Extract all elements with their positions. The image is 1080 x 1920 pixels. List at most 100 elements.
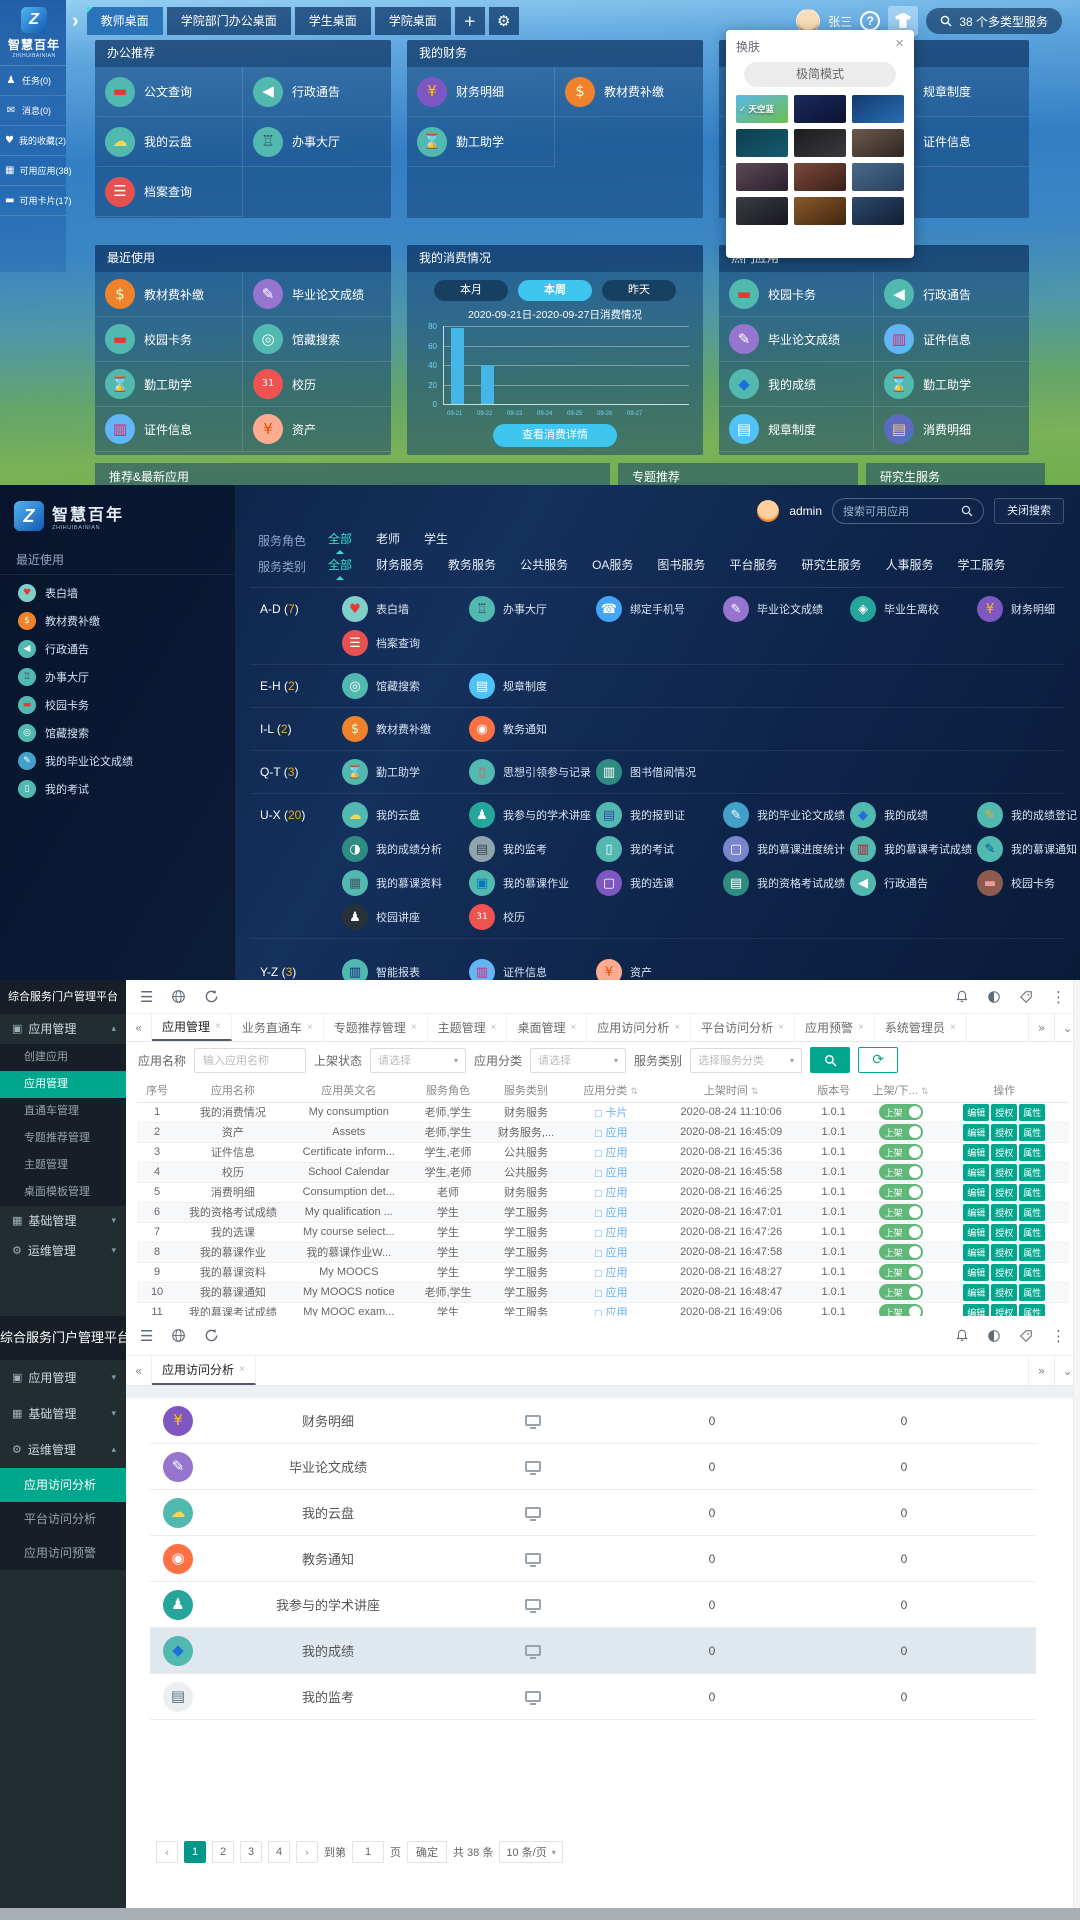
op-button[interactable]: 授权 xyxy=(991,1104,1017,1121)
page-number[interactable]: 3 xyxy=(240,1841,262,1863)
page-number[interactable]: 1 xyxy=(184,1841,206,1863)
search-input[interactable]: 搜索可用应用 xyxy=(832,498,984,524)
class-link[interactable]: ▢ 应用 xyxy=(594,1187,628,1199)
desktop-tab[interactable]: 学院桌面 xyxy=(375,7,451,35)
app-item[interactable]: ▬校园卡务 xyxy=(977,866,1080,900)
app-name-input[interactable]: 输入应用名称 xyxy=(194,1048,306,1073)
close-icon[interactable]: × xyxy=(215,1021,221,1032)
menu-item[interactable]: ▦基础管理▾ xyxy=(0,1396,126,1432)
menu-item[interactable]: ⚙运维管理▴ xyxy=(0,1432,126,1468)
category-option[interactable]: 人事服务 xyxy=(885,556,933,576)
sort-icon[interactable]: ⇅ xyxy=(921,1087,929,1097)
app-tile[interactable]: ¥财务明细 xyxy=(407,67,555,117)
app-tile[interactable]: ⌛勤工助学 xyxy=(407,117,555,167)
recent-app-item[interactable]: ▯我的考试 xyxy=(0,775,235,803)
class-link[interactable]: ▢ 应用 xyxy=(594,1247,628,1259)
submenu-item[interactable]: 专题推荐管理 xyxy=(0,1125,126,1152)
app-tile[interactable]: ¥资产 xyxy=(243,407,391,452)
close-icon[interactable]: × xyxy=(570,1022,576,1033)
app-tile[interactable]: ▥证件信息 xyxy=(874,317,1029,362)
per-page-select[interactable]: 10 条/页▾ xyxy=(499,1841,562,1863)
admin-tab[interactable]: 桌面管理× xyxy=(507,1014,587,1041)
op-button[interactable]: 属性 xyxy=(1019,1164,1045,1181)
op-button[interactable]: 属性 xyxy=(1019,1104,1045,1121)
skin-thumbnail[interactable] xyxy=(736,129,788,157)
analysis-row[interactable]: ♟我参与的学术讲座00 xyxy=(150,1582,1036,1628)
app-item[interactable]: ▦我的慕课资料 xyxy=(342,866,469,900)
op-button[interactable]: 属性 xyxy=(1019,1204,1045,1221)
desktop-tab[interactable]: 教师桌面 xyxy=(87,7,163,35)
analysis-row[interactable]: ◉教务通知00 xyxy=(150,1536,1036,1582)
publish-toggle[interactable]: 上架 xyxy=(879,1244,923,1260)
tag-icon[interactable] xyxy=(1019,990,1033,1004)
sidebar-item[interactable]: ▦可用应用(38) xyxy=(0,156,66,186)
category-option[interactable]: 平台服务 xyxy=(729,556,777,576)
app-tile[interactable]: 31校历 xyxy=(243,362,391,407)
op-button[interactable]: 授权 xyxy=(991,1164,1017,1181)
app-tile[interactable]: $教材费补缴 xyxy=(95,272,243,317)
category-option[interactable]: 公共服务 xyxy=(520,556,568,576)
skin-thumbnail[interactable] xyxy=(794,197,846,225)
publish-toggle[interactable]: 上架 xyxy=(879,1284,923,1300)
class-link[interactable]: ▢ 应用 xyxy=(594,1127,628,1139)
submenu-item[interactable]: 应用管理 xyxy=(0,1071,126,1098)
app-item[interactable]: ◑我的成绩分析 xyxy=(342,832,469,866)
close-icon[interactable]: × xyxy=(858,1022,864,1033)
sidebar-item[interactable]: ♟任务(0) xyxy=(0,66,66,96)
app-tile[interactable]: ▥证件信息 xyxy=(95,407,243,452)
category-option[interactable]: 教务服务 xyxy=(448,556,496,576)
app-item[interactable]: ☰档案查询 xyxy=(342,626,469,660)
op-button[interactable]: 编辑 xyxy=(963,1164,989,1181)
op-button[interactable]: 编辑 xyxy=(963,1144,989,1161)
app-item[interactable]: ✎我的成绩登记 xyxy=(977,798,1080,832)
class-link[interactable]: ▢ 应用 xyxy=(594,1287,628,1299)
sidebar-item[interactable]: ▬可用卡片(17) xyxy=(0,186,66,216)
view-consumption-button[interactable]: 查看消费详情 xyxy=(493,424,617,447)
app-tile[interactable]: ☰档案查询 xyxy=(95,167,243,217)
tag-icon[interactable] xyxy=(1019,1329,1033,1343)
app-item[interactable]: ▥图书借阅情况 xyxy=(596,755,723,789)
op-button[interactable]: 编辑 xyxy=(963,1124,989,1141)
submenu-item[interactable]: 主题管理 xyxy=(0,1152,126,1179)
app-item[interactable]: ▥我的慕课考试成绩 xyxy=(850,832,977,866)
submenu-item[interactable]: 平台访问分析 xyxy=(0,1502,126,1536)
admin-tab[interactable]: 专题推荐管理× xyxy=(324,1014,428,1041)
desktop-tab[interactable]: 学院部门办公桌面 xyxy=(167,7,291,35)
skin-thumbnail[interactable] xyxy=(852,197,904,225)
skin-thumbnail[interactable] xyxy=(852,163,904,191)
close-icon[interactable]: × xyxy=(239,1364,245,1375)
op-button[interactable]: 属性 xyxy=(1019,1144,1045,1161)
recent-app-item[interactable]: ♖办事大厅 xyxy=(0,663,235,691)
search-button[interactable] xyxy=(810,1047,850,1073)
globe-icon[interactable] xyxy=(171,989,186,1004)
menu-toggle-icon[interactable]: ☰ xyxy=(140,1327,153,1345)
simple-mode-button[interactable]: 极简模式 xyxy=(744,62,896,87)
tab-analysis[interactable]: 应用访问分析× xyxy=(152,1356,256,1385)
app-tile[interactable]: ✎毕业论文成绩 xyxy=(719,317,874,362)
skin-thumbnail[interactable] xyxy=(852,129,904,157)
app-tile[interactable]: ☁我的云盘 xyxy=(95,117,243,167)
op-button[interactable]: 编辑 xyxy=(963,1224,989,1241)
prev-page[interactable]: ‹ xyxy=(156,1841,178,1863)
category-option[interactable]: 财务服务 xyxy=(376,556,424,576)
recent-app-item[interactable]: $教材费补缴 xyxy=(0,607,235,635)
app-tile[interactable]: ⌛勤工助学 xyxy=(95,362,243,407)
skin-thumbnail[interactable] xyxy=(852,95,904,123)
admin-tab[interactable]: 应用预警× xyxy=(795,1014,875,1041)
confirm-button[interactable]: 确定 xyxy=(407,1841,447,1863)
app-item[interactable]: ▤我的资格考试成绩 xyxy=(723,866,850,900)
menu-item[interactable]: ▣应用管理▾ xyxy=(0,1360,126,1396)
sort-icon[interactable]: ⇅ xyxy=(631,1087,639,1097)
app-item[interactable]: ▯思想引领参与记录 xyxy=(469,755,596,789)
admin-tab[interactable]: 主题管理× xyxy=(428,1014,508,1041)
category-option[interactable]: 全部 xyxy=(328,556,352,576)
analysis-row[interactable]: ▤我的监考00 xyxy=(150,1674,1036,1720)
op-button[interactable]: 授权 xyxy=(991,1264,1017,1281)
op-button[interactable]: 编辑 xyxy=(963,1244,989,1261)
skin-thumbnail[interactable] xyxy=(794,95,846,123)
op-button[interactable]: 属性 xyxy=(1019,1264,1045,1281)
refresh-icon[interactable] xyxy=(204,1328,219,1343)
publish-toggle[interactable]: 上架 xyxy=(879,1104,923,1120)
app-item[interactable]: ▯我的考试 xyxy=(596,832,723,866)
class-link[interactable]: ▢ 应用 xyxy=(594,1227,628,1239)
